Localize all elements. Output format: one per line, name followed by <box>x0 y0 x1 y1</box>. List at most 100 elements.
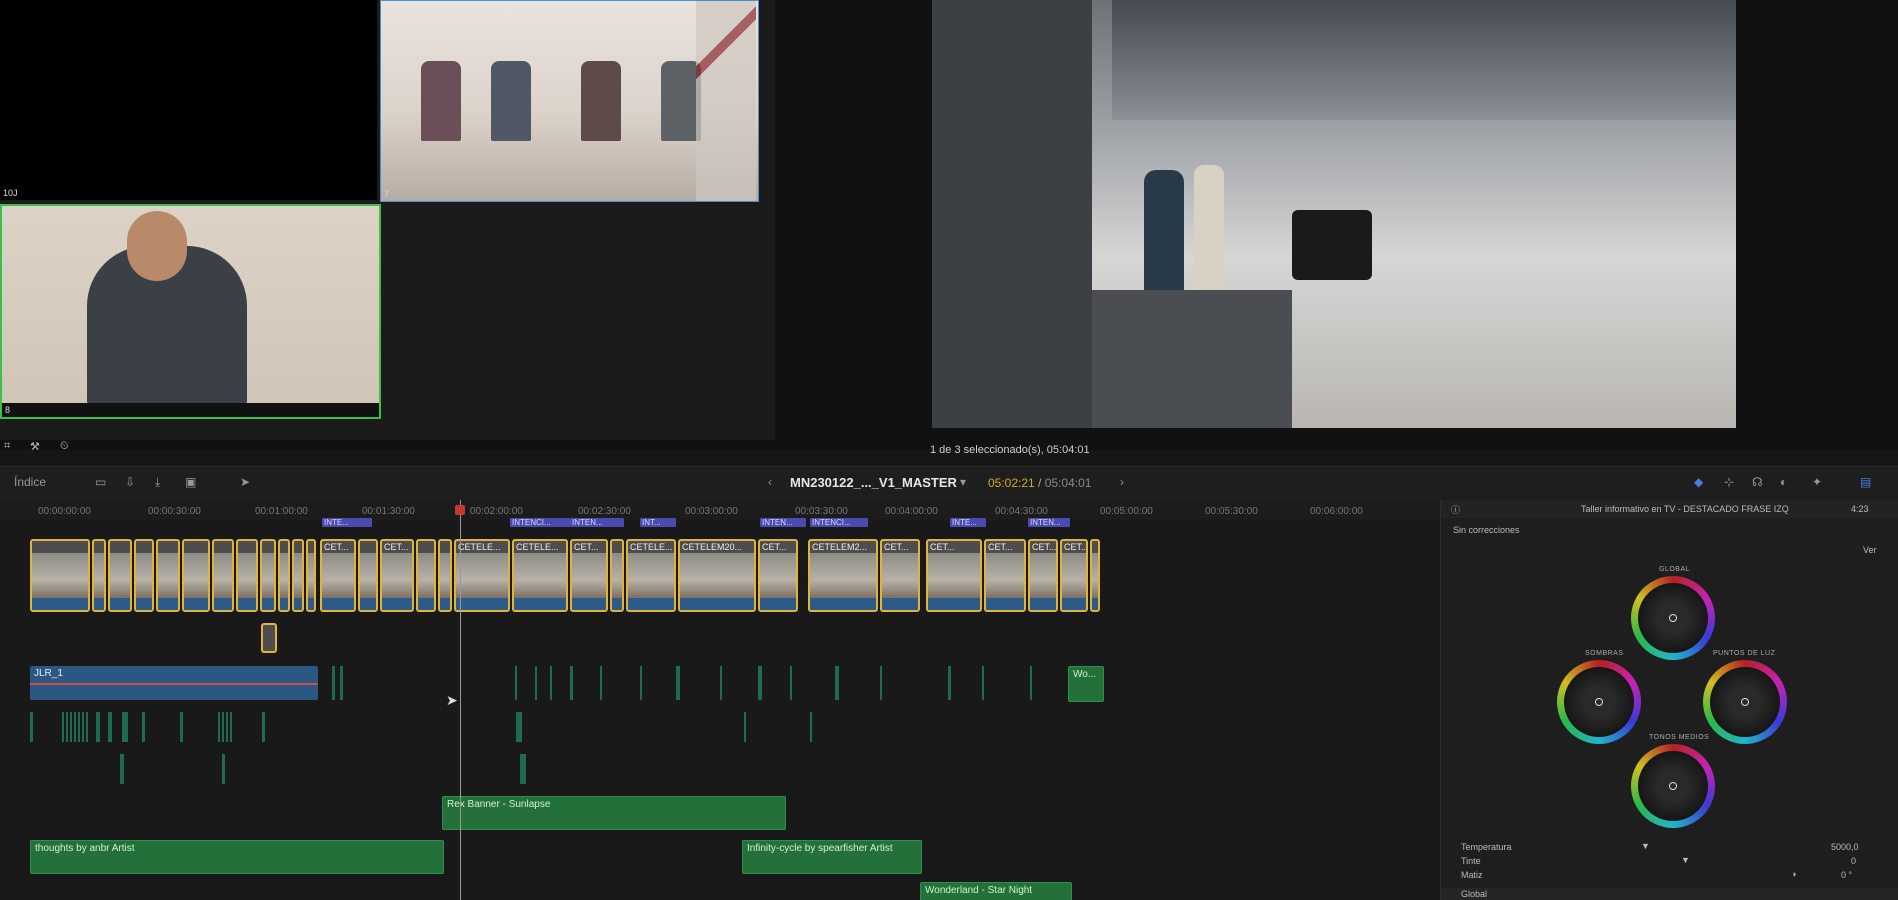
back-arrow-icon[interactable]: ‹ <box>768 475 772 489</box>
storyline-clip[interactable]: CET... <box>380 539 414 612</box>
timeline[interactable]: 00:00:00:00 00:00:30:00 00:01:00:00 00:0… <box>0 500 1440 900</box>
storyline-clip[interactable]: CETELE... <box>512 539 568 612</box>
angle-cell-2[interactable]: 7 <box>380 0 759 202</box>
param-value[interactable]: 0 <box>1851 856 1856 866</box>
storyline-clip[interactable] <box>92 539 106 612</box>
param-value[interactable]: 5000,0 <box>1831 842 1859 852</box>
wheel-puck[interactable] <box>1669 782 1677 790</box>
title-role-bar[interactable]: INTEN... <box>1028 518 1070 527</box>
storyline-clip[interactable] <box>30 539 90 612</box>
angle-cell-1[interactable]: 10J <box>0 0 377 200</box>
solo-icon[interactable]: ◐ <box>1780 475 1787 489</box>
storyline-clip[interactable]: CET... <box>880 539 920 612</box>
audio-bar[interactable] <box>180 712 183 742</box>
forward-arrow-icon[interactable]: › <box>1120 475 1124 489</box>
audio-bar[interactable] <box>515 666 517 700</box>
timeline-ruler[interactable]: 00:00:00:00 00:00:30:00 00:01:00:00 00:0… <box>0 500 1440 520</box>
audio-bar[interactable] <box>1030 666 1032 700</box>
color-wheel-highlights[interactable] <box>1703 660 1787 744</box>
slider-handle[interactable]: ▼ <box>1641 841 1650 851</box>
color-wheel-shadows[interactable] <box>1557 660 1641 744</box>
wheel-puck[interactable] <box>1669 614 1677 622</box>
storyline-clip[interactable] <box>438 539 452 612</box>
audio-bar[interactable] <box>520 754 526 784</box>
storyline-clip[interactable] <box>358 539 378 612</box>
audio-bar[interactable] <box>120 754 124 784</box>
index-button[interactable]: Índice <box>14 475 46 489</box>
select-tool-icon[interactable]: ➤ <box>240 475 250 489</box>
storyline-clip[interactable] <box>108 539 132 612</box>
storyline-clip[interactable]: CETELE... <box>626 539 676 612</box>
headphones-icon[interactable]: ☊ <box>1752 475 1763 489</box>
storyline-clip[interactable] <box>236 539 258 612</box>
speed-icon[interactable]: ⏲ <box>60 440 69 453</box>
hue-wheel-icon[interactable]: ◑ <box>1791 869 1796 879</box>
insert-icon[interactable]: ⤓ <box>155 475 160 490</box>
storyline-clip[interactable] <box>212 539 234 612</box>
title-role-bar[interactable]: INTEN... <box>760 518 806 527</box>
audio-bar[interactable] <box>744 712 746 742</box>
effects-icon[interactable]: ✦ <box>1812 475 1822 489</box>
audio-skim-icon[interactable]: ◆ <box>1694 475 1703 489</box>
storyline-clip[interactable]: CET... <box>570 539 608 612</box>
storyline-clip[interactable]: CETELE... <box>454 539 510 612</box>
audio-bar[interactable] <box>880 666 882 700</box>
inspector-toggle-icon[interactable]: ▤ <box>1860 475 1871 489</box>
crop-icon[interactable]: ⌗ <box>4 440 10 453</box>
storyline-clip[interactable]: CET... <box>320 539 356 612</box>
storyline-clip[interactable] <box>278 539 290 612</box>
audio-bar[interactable] <box>62 712 88 742</box>
wrench-icon[interactable]: ⚒ <box>30 440 40 453</box>
audio-bar[interactable] <box>640 666 642 700</box>
audio-bar[interactable] <box>516 712 522 742</box>
audio-bar[interactable] <box>600 666 602 700</box>
audio-bar[interactable] <box>332 666 335 700</box>
audio-bar[interactable] <box>790 666 792 700</box>
audio-bar[interactable] <box>758 666 762 700</box>
audio-bar[interactable] <box>720 666 722 700</box>
playhead-handle[interactable] <box>455 505 465 515</box>
title-role-bar[interactable]: INTE... <box>322 518 372 527</box>
info-icon[interactable]: ⓘ <box>1451 503 1460 516</box>
storyline-clip[interactable]: CET... <box>1028 539 1058 612</box>
angle-cell-3[interactable]: 8 <box>0 204 381 419</box>
music-clip[interactable]: Infinity-cycle by spearfisher Artist <box>742 840 922 874</box>
storyline-clip[interactable]: CET... <box>984 539 1026 612</box>
param-value[interactable]: 0 ° <box>1841 870 1852 880</box>
audio-bar[interactable] <box>262 712 265 742</box>
view-dropdown[interactable]: Ver <box>1863 545 1877 555</box>
audio-bar[interactable] <box>982 666 984 700</box>
audio-bar[interactable] <box>142 712 145 742</box>
snapping-icon[interactable]: ⊹ <box>1724 475 1734 489</box>
audio-bar[interactable] <box>570 666 573 700</box>
color-wheel-midtones[interactable] <box>1631 744 1715 828</box>
storyline-clip[interactable] <box>134 539 154 612</box>
viewer[interactable] <box>932 0 1736 428</box>
storyline-clip[interactable] <box>416 539 436 612</box>
audio-bar[interactable] <box>222 754 225 784</box>
title-role-bar[interactable]: INT... <box>640 518 676 527</box>
color-wheel-global[interactable] <box>1631 576 1715 660</box>
wheel-puck[interactable] <box>1741 698 1749 706</box>
storyline-clip[interactable] <box>260 539 276 612</box>
project-title[interactable]: MN230122_..._V1_MASTER <box>790 475 957 490</box>
storyline-clip[interactable] <box>306 539 316 612</box>
storyline-clip[interactable]: CET... <box>1060 539 1088 612</box>
audio-bar[interactable] <box>108 712 112 742</box>
connected-clip[interactable] <box>261 623 277 653</box>
storyline-clip[interactable] <box>610 539 624 612</box>
audio-bar[interactable] <box>535 666 537 700</box>
audio-bar[interactable] <box>218 712 232 742</box>
playhead[interactable] <box>460 500 461 900</box>
music-clip[interactable]: Wonderland - Star Night <box>920 882 1072 900</box>
audio-bar[interactable] <box>550 666 552 700</box>
overwrite-icon[interactable]: ▣ <box>185 475 196 489</box>
audio-bar[interactable] <box>96 712 100 742</box>
storyline-clip[interactable] <box>182 539 210 612</box>
audio-bar[interactable] <box>835 666 839 700</box>
storyline-clip[interactable]: CETELEM2... <box>808 539 878 612</box>
storyline-clip[interactable] <box>1090 539 1100 612</box>
storyline-clip[interactable]: CET... <box>758 539 798 612</box>
connect-icon[interactable]: ⇩ <box>125 475 135 489</box>
audio-bar[interactable] <box>948 666 951 700</box>
